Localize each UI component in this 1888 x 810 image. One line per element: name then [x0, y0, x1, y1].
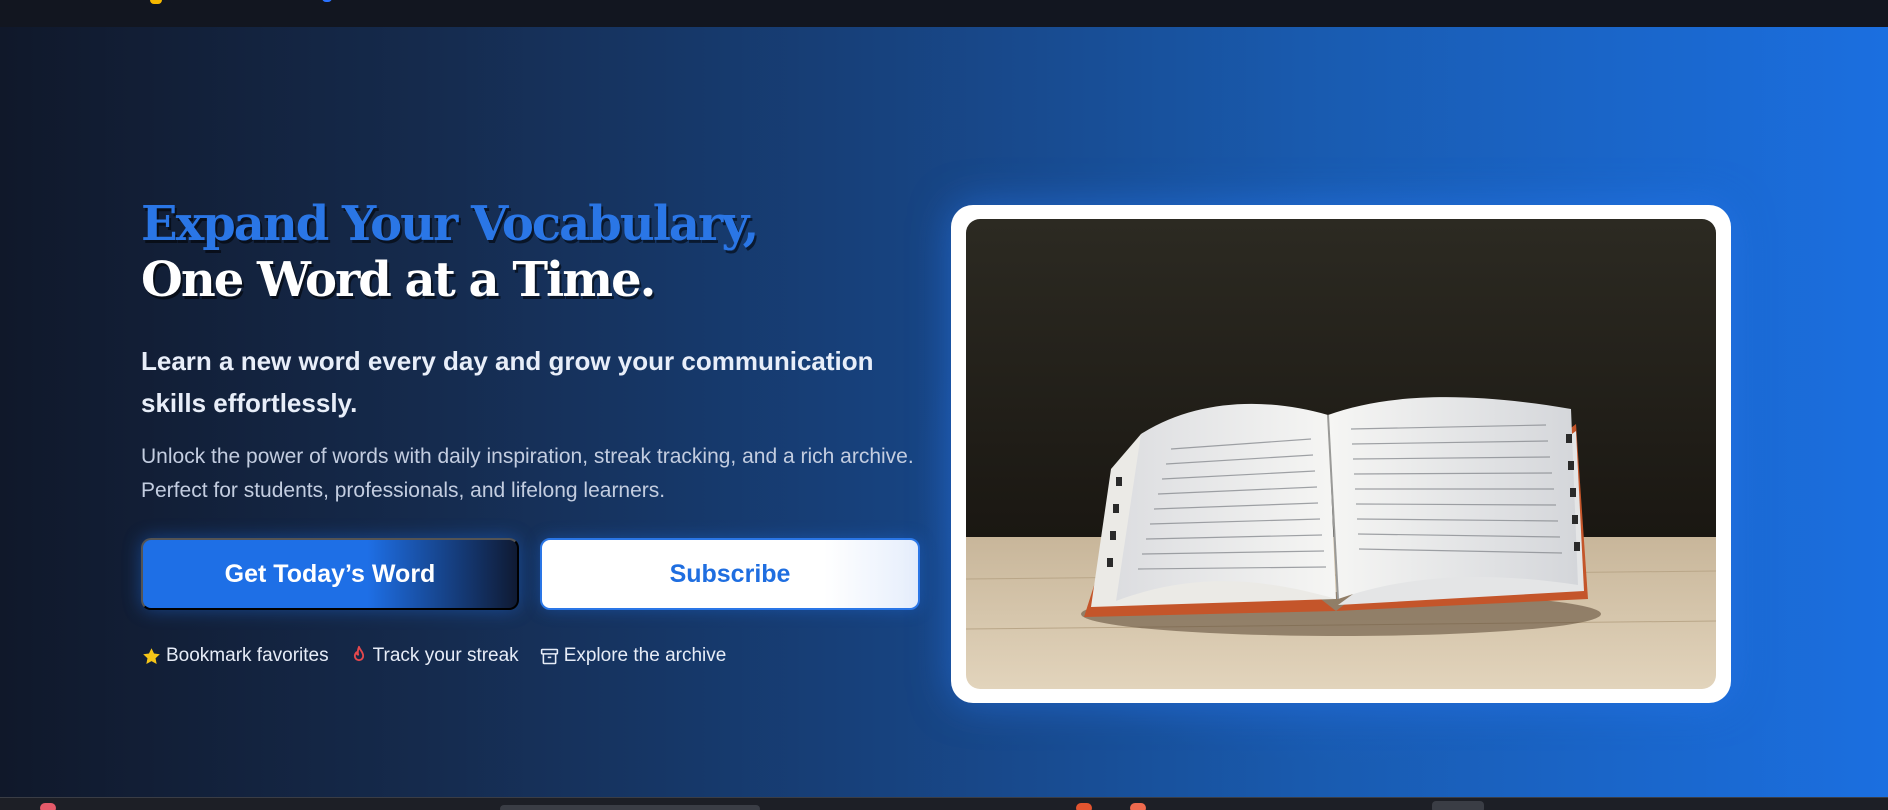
taskbar-app-icon[interactable]: [1076, 803, 1092, 810]
topbar-icon-fragment: [322, 0, 332, 2]
feature-label: Explore the archive: [563, 645, 727, 666]
hero-title: Expand Your Vocabulary, One Word at a Ti…: [141, 196, 961, 308]
hero-title-line1: Expand Your Vocabulary,: [141, 196, 759, 252]
taskbar-app-icon[interactable]: [40, 803, 56, 810]
open-book-illustration: [966, 219, 1716, 689]
get-todays-word-button[interactable]: Get Today’s Word: [141, 538, 519, 610]
taskbar-app-icon[interactable]: [1130, 803, 1146, 810]
hero-description: Unlock the power of words with daily ins…: [141, 445, 914, 502]
feature-archive: Explore the archive: [539, 645, 727, 667]
feature-streak: Track your streak: [349, 645, 519, 667]
hero-title-line2: One Word at a Time.: [141, 252, 656, 308]
feature-label: Track your streak: [372, 645, 519, 666]
feature-bookmark: Bookmark favorites: [141, 645, 329, 667]
archive-box-icon: [540, 648, 558, 664]
hero-subtitle: Learn a new word every day and grow your…: [141, 346, 874, 418]
taskbar-app-icon[interactable]: [1432, 801, 1484, 810]
feature-list: Bookmark favorites Track your streak Exp…: [141, 643, 726, 669]
flame-icon: [353, 645, 364, 662]
taskbar: [0, 797, 1888, 810]
topbar-logo-fragment: [150, 0, 162, 4]
dictionary-photo: [966, 219, 1716, 689]
star-icon: [143, 647, 160, 664]
taskbar-search[interactable]: [500, 805, 760, 810]
subscribe-button[interactable]: Subscribe: [540, 538, 920, 610]
hero-image-card: [951, 205, 1731, 703]
top-bar: [0, 0, 1888, 27]
feature-label: Bookmark favorites: [166, 645, 329, 666]
